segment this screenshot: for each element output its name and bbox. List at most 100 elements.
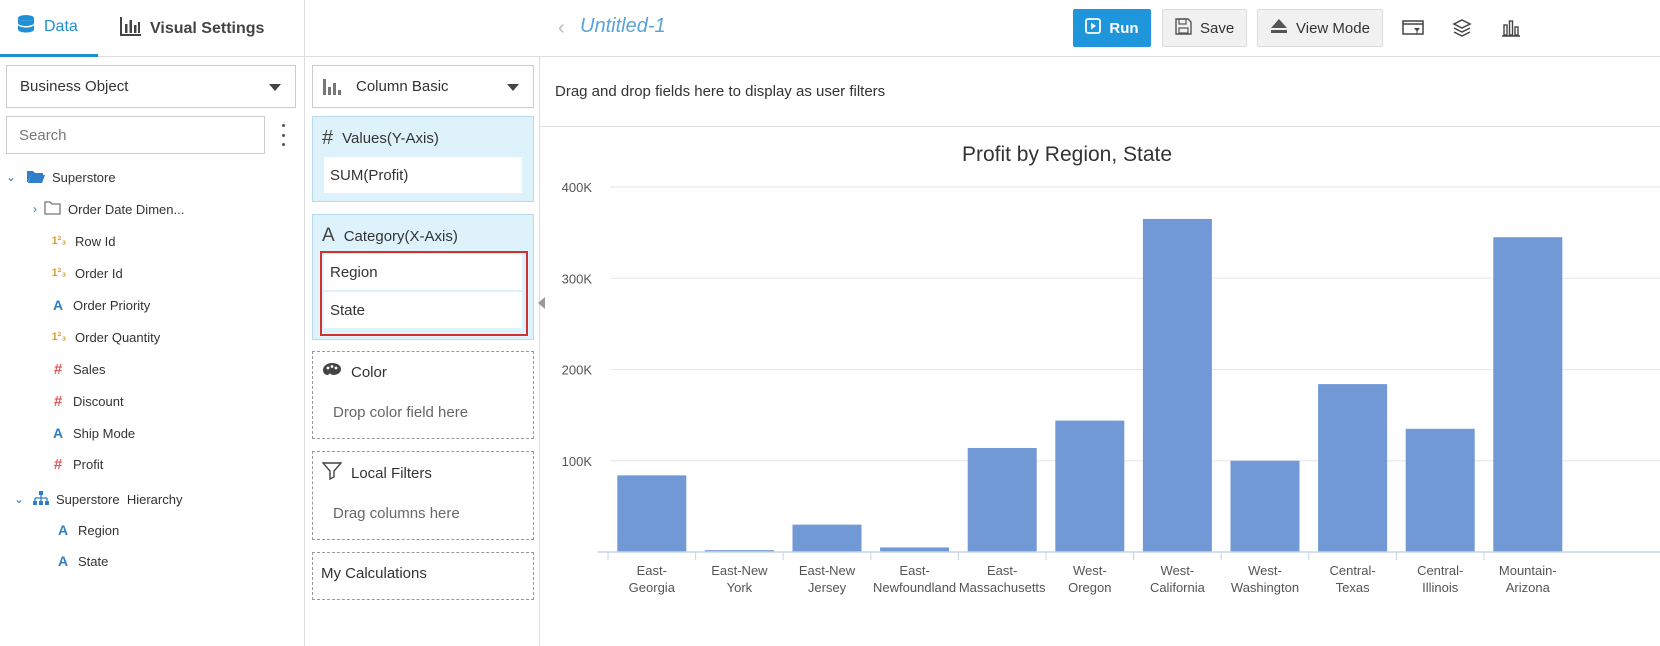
text-type-icon: A xyxy=(57,553,69,569)
x-tick-label: Central- xyxy=(1329,563,1375,578)
y-tick-label: 300K xyxy=(562,271,593,286)
x-tick-label: East- xyxy=(899,563,929,578)
tree-item-label: Region xyxy=(78,522,120,538)
tree-item-state[interactable]: A State xyxy=(55,550,108,572)
bar[interactable] xyxy=(1405,428,1475,552)
tree-item-discount[interactable]: # Discount xyxy=(50,390,124,412)
tree-item-sales[interactable]: # Sales xyxy=(50,358,106,380)
column-chart-icon xyxy=(323,79,341,95)
bars xyxy=(617,218,1563,552)
x-tick-label: York xyxy=(727,580,753,595)
x-tick-label: Jersey xyxy=(808,580,847,595)
bar[interactable] xyxy=(617,475,687,552)
chart-config-panel: Column Basic # Values(Y-Axis) SUM(Profit… xyxy=(305,57,540,646)
save-icon xyxy=(1175,17,1192,39)
bar[interactable] xyxy=(792,524,862,552)
filter-panel-icon[interactable] xyxy=(1402,17,1424,39)
tree-item-order-date[interactable]: › Order Date Dimen... xyxy=(33,198,184,220)
hierarchy-icon xyxy=(33,490,49,508)
toolbar: ‹ Untitled-1 Run Save View Mode xyxy=(540,0,1660,57)
x-tick-label: Arizona xyxy=(1506,580,1551,595)
numeric-icon: 1²₃ xyxy=(51,331,67,343)
chart-type-select[interactable]: Column Basic xyxy=(312,65,534,108)
bar[interactable] xyxy=(1142,218,1212,552)
tree-item-profit[interactable]: # Profit xyxy=(50,453,104,475)
save-button[interactable]: Save xyxy=(1162,9,1247,47)
tree-item-label: Order Id xyxy=(75,265,123,281)
text-type-icon: A xyxy=(52,297,64,313)
play-icon xyxy=(1085,18,1102,38)
back-icon[interactable]: ‹ xyxy=(558,17,565,40)
run-button[interactable]: Run xyxy=(1073,9,1151,47)
tree-item-order-id[interactable]: 1²₃ Order Id xyxy=(50,262,123,284)
chevron-down-icon[interactable]: ⌄ xyxy=(14,492,26,506)
local-filters-title: Local Filters xyxy=(351,464,432,482)
report-title[interactable]: Untitled-1 xyxy=(580,15,666,38)
search-input[interactable] xyxy=(6,116,265,154)
y-tick-label: 100K xyxy=(562,454,593,469)
color-zone-title: Color xyxy=(351,363,387,381)
tree-item-order-quantity[interactable]: 1²₃ Order Quantity xyxy=(50,326,161,348)
bar[interactable] xyxy=(1230,460,1300,552)
chart-type-value: Column Basic xyxy=(356,78,449,95)
x-axis: East- Georgia East-New York East-New Jersey Ea… xyxy=(598,551,1660,595)
filter-icon xyxy=(321,462,343,484)
tree-item-label: State xyxy=(78,553,109,569)
x-tick-label: California xyxy=(1150,580,1206,595)
numeric-icon: 1²₃ xyxy=(51,235,67,247)
user-filter-drop-zone[interactable]: Drag and drop fields here to display as … xyxy=(540,57,1660,127)
category-drop-zone[interactable]: A Category(X-Axis) Region State xyxy=(312,214,534,340)
chevron-right-icon[interactable]: › xyxy=(33,202,37,216)
business-object-select[interactable]: Business Object xyxy=(6,65,296,108)
chart-icon[interactable] xyxy=(1500,17,1522,39)
numeric-icon: 1²₃ xyxy=(51,267,67,279)
tree-item-label: Ship Mode xyxy=(73,425,136,441)
bar[interactable] xyxy=(1493,237,1563,552)
chevron-down-icon[interactable]: ⌄ xyxy=(6,170,20,184)
bar[interactable] xyxy=(1055,420,1125,552)
hash-icon: # xyxy=(53,455,63,473)
y-tick-label: 200K xyxy=(562,363,593,378)
tree-item-ship-mode[interactable]: A Ship Mode xyxy=(50,422,135,444)
x-tick-label: East-New xyxy=(711,563,768,578)
tree-item-label: Order Priority xyxy=(73,297,151,313)
hash-icon: # xyxy=(53,360,63,378)
chart-container: Profit by Region, State 100K 200K 300K 400K… xyxy=(540,127,1660,646)
business-object-value: Business Object xyxy=(20,78,129,95)
y-tick-label: 400K xyxy=(562,180,593,195)
category-zone-header: A Category(X-Axis) xyxy=(322,225,458,247)
field-pill-sum-profit[interactable]: SUM(Profit) xyxy=(324,157,522,193)
chevron-down-icon xyxy=(507,84,519,91)
x-tick-label: East- xyxy=(637,563,667,578)
my-calculations-zone[interactable]: My Calculations xyxy=(312,552,534,600)
text-type-icon: A xyxy=(322,225,335,246)
x-tick-label: Oregon xyxy=(1068,580,1111,595)
bar[interactable] xyxy=(1318,384,1388,552)
bar[interactable] xyxy=(967,447,1037,552)
local-filters-drop-zone[interactable]: Local Filters Drag columns here xyxy=(312,451,534,540)
color-drop-zone[interactable]: Color Drop color field here xyxy=(312,351,534,439)
tree-item-region[interactable]: A Region xyxy=(55,519,119,541)
color-zone-header: Color xyxy=(322,362,387,382)
layers-icon[interactable] xyxy=(1451,17,1473,39)
tree-item-label: Superstore Hierarchy xyxy=(56,491,183,507)
folder-open-icon xyxy=(27,169,45,186)
more-options-icon[interactable] xyxy=(278,124,288,146)
values-drop-zone[interactable]: # Values(Y-Axis) SUM(Profit) xyxy=(312,116,534,202)
x-tick-label: Washington xyxy=(1231,580,1299,595)
highlight-box xyxy=(320,251,528,336)
tree-item-row-id[interactable]: 1²₃ Row Id xyxy=(50,230,116,252)
view-mode-button[interactable]: View Mode xyxy=(1257,9,1383,47)
text-type-icon: A xyxy=(57,522,69,538)
eject-icon xyxy=(1270,18,1288,38)
y-axis: 100K 200K 300K 400K xyxy=(562,180,593,469)
tree-root-superstore[interactable]: ⌄ Superstore xyxy=(6,166,116,188)
tree-item-label: Row Id xyxy=(75,233,116,249)
run-button-label: Run xyxy=(1109,19,1139,37)
tree-hierarchy-superstore[interactable]: ⌄ Superstore Hierarchy xyxy=(14,488,182,510)
my-calculations-header: My Calculations xyxy=(321,565,427,582)
tree-item-order-priority[interactable]: A Order Priority xyxy=(50,294,150,316)
tree-item-label: Order Date Dimen... xyxy=(68,201,185,217)
x-tick-label: East-New xyxy=(799,563,856,578)
x-tick-label: West- xyxy=(1161,563,1195,578)
